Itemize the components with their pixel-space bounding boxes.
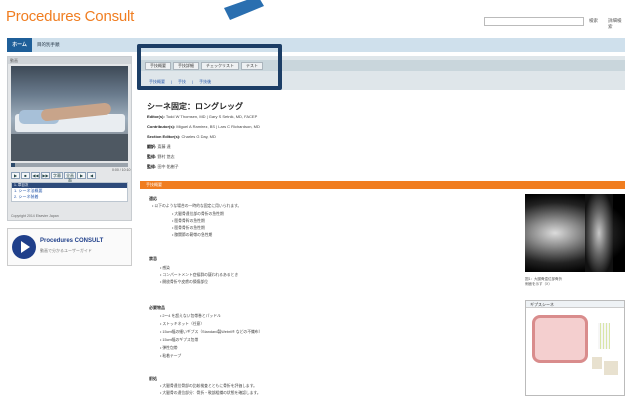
list-item: • 脛骨骨折の急性期 <box>172 226 205 230</box>
steps-heading: 前処 <box>149 376 157 381</box>
proofread-line: 監修: 田中 佑樹子 <box>147 164 179 170</box>
list-item: • ストッキネット（任意） <box>160 322 205 326</box>
play-logo-icon <box>12 235 36 259</box>
tabs-highlight-box <box>137 44 282 90</box>
materials-heading: 必要物品 <box>149 305 165 310</box>
video-progress-bar[interactable] <box>11 163 128 167</box>
kit-item-image <box>592 357 602 369</box>
chapter-item[interactable]: 2. シーネ装着 <box>12 194 127 200</box>
contraindications-heading: 禁忌 <box>149 256 157 261</box>
stop-button[interactable]: ■ <box>21 172 30 179</box>
list-item: • 15cm幅のギプス包帯 <box>160 338 199 342</box>
indications-intro: • 以下のような場合の一時的な固定に用いられます。 <box>152 204 242 208</box>
section-editors-line: Section Editor(s): Charles G Day, MD <box>147 134 216 139</box>
list-item: • 感染 <box>160 266 170 270</box>
fullscreen-button[interactable]: 全画面 <box>64 172 76 183</box>
list-item: • 15cm幅の細いギプス（Standard製Webril® などの不織布） <box>160 330 263 334</box>
editors-line: Editor(s): Todd W Thomsen, MD | Gary S S… <box>147 114 257 119</box>
translation-label: 翻訳: <box>147 144 157 149</box>
advanced-search-link[interactable]: 詳細検索 <box>608 18 625 30</box>
video-player[interactable] <box>11 66 128 161</box>
page-title: シーネ固定：ロングレッグ <box>147 102 243 111</box>
caption-button[interactable]: 字幕 <box>51 172 63 179</box>
proofread-value: 田中 佑樹子 <box>157 164 179 169</box>
list-item: • 膝関節の靭帯の急性期 <box>172 233 213 237</box>
chapter-list: 1. 章目次 1. シーネ法概要 2. シーネ装着 <box>11 182 128 202</box>
video-controls: ▶ ■ ◀◀ ▶▶ 字幕 全画面 ▶ ◀ <box>11 172 128 183</box>
rewind-button[interactable]: ◀◀ <box>31 172 40 179</box>
video-progress-fill <box>11 163 15 167</box>
list-item: • 2〜4 を超えない包帯巻とパッドル <box>160 314 221 318</box>
section-header-bar: 手技概要 <box>140 181 625 189</box>
contributors-label: Contributor(s): <box>147 124 176 129</box>
kit-heading: ギプスシーネ <box>526 301 624 308</box>
editors-value: Todd W Thomsen, MD | Gary S Setnik, MD, … <box>165 114 258 119</box>
list-item: • 脛骨骨幹の急性期 <box>172 219 205 223</box>
section-editors-value: Charles G Day, MD <box>181 134 216 139</box>
app-title: Procedures Consult <box>6 8 135 25</box>
list-item: • 開放骨折や皮膚の損傷部位 <box>160 280 208 284</box>
promo-subtitle: 動画で分かるユーザーガイド <box>40 248 92 253</box>
translation-value: 斎藤 達 <box>157 144 171 149</box>
search-input[interactable] <box>484 17 584 26</box>
contributors-line: Contributor(s): Miguel A Ramirez, BS | L… <box>147 124 260 129</box>
xray-image[interactable] <box>525 194 625 272</box>
pointer-arrow-icon <box>224 0 264 20</box>
list-item: • 粘着テープ <box>160 354 182 358</box>
supervision-label: 監修: <box>147 154 157 159</box>
nav-home-tab[interactable]: ホーム <box>7 38 32 52</box>
prev-chapter-button[interactable]: ◀ <box>87 172 96 179</box>
video-panel-heading: 動画 <box>8 57 131 64</box>
xray-caption-line2: 側面を示す（X） <box>525 282 552 286</box>
user-guide-promo[interactable]: Procedures CONSULT 動画で分かるユーザーガイド <box>7 228 132 266</box>
play-button[interactable]: ▶ <box>11 172 20 179</box>
list-item: • コンパートメント症候群の疑われるあるとき <box>160 273 239 277</box>
list-item: • 弾性包帯 <box>160 346 178 350</box>
bed-base-shape <box>11 134 128 161</box>
nav-item-procedures[interactable]: 目的別手順 <box>37 38 60 52</box>
splint-kit-figure: ギプスシーネ <box>525 300 625 396</box>
xray-second-knee <box>585 194 613 272</box>
video-panel: 動画 0:00 / 10:10 ▶ ■ ◀◀ ▶▶ 字幕 全画面 ▶ ◀ 1. … <box>7 56 132 221</box>
indications-heading: 適応 <box>149 196 157 201</box>
section-editors-label: Section Editor(s): <box>147 134 181 139</box>
kit-tray-image[interactable] <box>532 315 588 363</box>
xray-caption: 図1：大腿骨遠位部骨折 側面を示す（X） <box>525 277 562 287</box>
top-navigation: ホーム 目的別手順 <box>7 38 625 52</box>
supervision-value: 野村 悠志 <box>157 154 175 159</box>
kit-roll-image <box>598 323 610 349</box>
copyright-text: Copyright 2014 Elsevier Japan <box>11 214 59 218</box>
list-item: • 大腿骨の遠位部分：骨折・軟部組織の状態を確認します。 <box>160 391 261 395</box>
translation-line: 翻訳: 斎藤 達 <box>147 144 171 150</box>
supervision-line: 監修: 野村 悠志 <box>147 154 175 160</box>
promo-title: Procedures CONSULT <box>40 238 104 244</box>
list-item: • 大腿骨遠位部の骨折の急性期 <box>172 212 224 216</box>
editors-label: Editor(s): <box>147 114 165 119</box>
list-item: • 大腿骨遠位骨部の比較検査とともに骨折を評価します。 <box>160 384 257 388</box>
search-button[interactable]: 検索 <box>589 18 598 24</box>
kit-item-image <box>604 361 618 375</box>
proofread-label: 監修: <box>147 164 157 169</box>
fast-forward-button[interactable]: ▶▶ <box>41 172 50 179</box>
next-chapter-button[interactable]: ▶ <box>77 172 86 179</box>
contributors-value: Miguel A Ramirez, BS | Lars C Richardson… <box>176 124 260 129</box>
